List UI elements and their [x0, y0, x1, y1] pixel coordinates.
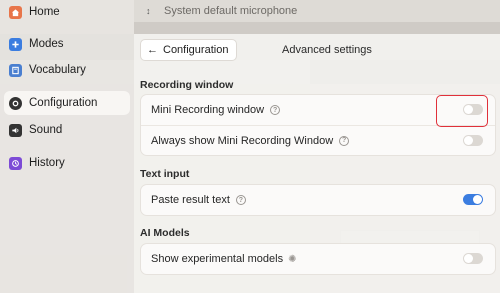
always-show-toggle[interactable] [463, 135, 483, 146]
info-icon[interactable]: ? [339, 135, 350, 146]
mini-recording-row: Mini Recording window ? [141, 95, 495, 125]
history-icon [9, 156, 22, 170]
ai-models-card: Show experimental models ✺ [140, 243, 496, 275]
speaker-icon [9, 123, 22, 137]
book-icon [9, 63, 22, 77]
back-button[interactable]: ← Configuration [140, 39, 238, 61]
sidebar-item-configuration[interactable]: Configuration [4, 91, 130, 115]
plus-icon [9, 37, 22, 51]
sidebar-item-label: History [29, 157, 65, 169]
info-icon[interactable]: ? [235, 195, 246, 205]
sidebar-item-label: Sound [29, 124, 63, 136]
text-input-card: Paste result text ? [140, 184, 496, 216]
experimental-models-toggle[interactable] [463, 253, 483, 264]
microphone-label: System default microphone [164, 5, 298, 17]
back-button-label: Configuration [163, 44, 229, 56]
recording-card: Mini Recording window ? Always show Mini… [140, 94, 496, 156]
sidebar: Home Modes Vocabulary Configuration Soun… [0, 0, 134, 293]
sidebar-item-sound[interactable]: Sound [4, 118, 130, 142]
section-title-recording: Recording window [140, 79, 234, 91]
paste-result-row: Paste result text ? [141, 185, 495, 215]
mini-recording-toggle[interactable] [463, 104, 483, 115]
home-icon [9, 5, 22, 19]
microphone-selector[interactable]: ↕ System default microphone [134, 0, 500, 22]
mini-recording-label: Mini Recording window [151, 104, 265, 116]
paste-result-toggle[interactable] [463, 194, 483, 205]
sidebar-item-label: Modes [29, 38, 64, 50]
experimental-models-row: Show experimental models ✺ [141, 244, 495, 274]
section-title-text-input: Text input [140, 168, 190, 180]
gear-icon [9, 96, 22, 110]
info-icon[interactable]: ? [270, 105, 281, 115]
experimental-models-label: Show experimental models [151, 253, 284, 265]
arrow-left-icon: ← [147, 44, 158, 56]
settings-panel: ← Configuration Advanced settings Record… [134, 34, 500, 293]
always-show-label: Always show Mini Recording Window [151, 134, 334, 147]
sidebar-item-label: Vocabulary [29, 64, 86, 76]
sidebar-item-label: Configuration [29, 97, 98, 109]
sidebar-item-history[interactable]: History [4, 151, 130, 175]
sidebar-item-label: Home [29, 6, 60, 18]
sidebar-item-vocabulary[interactable]: Vocabulary [4, 58, 130, 82]
sparkle-icon: ✺ [288, 253, 297, 265]
sidebar-item-modes[interactable]: Modes [4, 32, 130, 56]
always-show-row: Always show Mini Recording Window ? [141, 125, 495, 155]
sidebar-item-home[interactable]: Home [4, 0, 130, 24]
panel-header: ← Configuration [140, 39, 238, 61]
chevron-up-down-icon: ↕ [146, 6, 151, 16]
tab-advanced-settings[interactable]: Advanced settings [282, 44, 372, 56]
paste-result-label: Paste result text [151, 194, 230, 206]
section-title-ai-models: AI Models [140, 227, 190, 239]
